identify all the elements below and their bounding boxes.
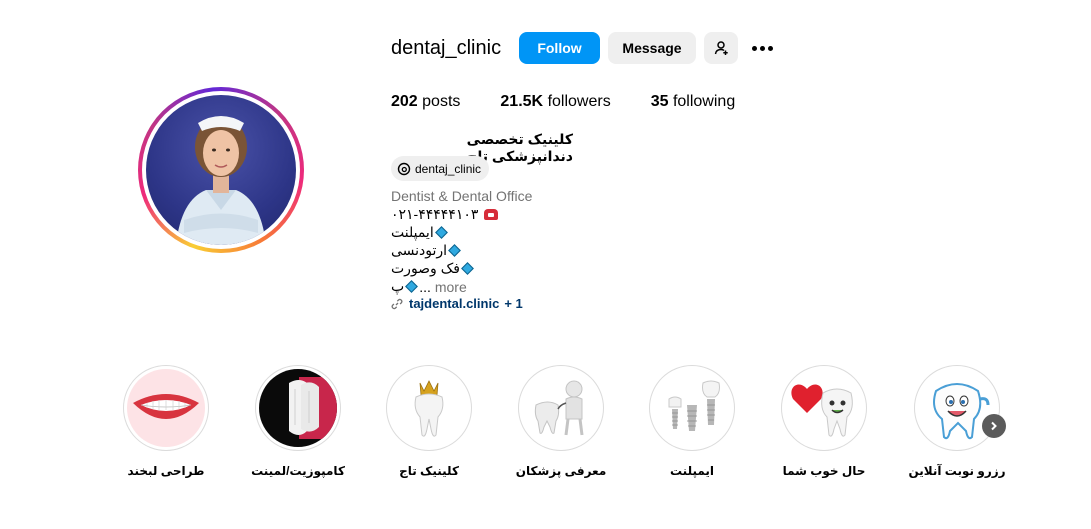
bio-line: ایمپلنت [391,224,449,241]
highlight-cover [914,365,1000,451]
profile-link-text: tajdental.clinic [409,296,500,311]
highlight-label: حال خوب شما [782,464,866,478]
bio-line: فک وصورت [391,260,475,277]
suggest-similar-button[interactable] [704,32,738,64]
highlight-cover [123,365,209,451]
bio-ellipsis: ... [419,278,431,295]
highlight-cover [649,365,735,451]
profile-avatar[interactable] [146,95,296,245]
highlight-cover [386,365,472,451]
bio-phone: ۰۲۱-۴۴۴۴۴۱۰۳ [391,206,479,222]
threads-badge[interactable]: dentaj_clinic [391,156,490,181]
highlight-label: ایمپلنت [669,464,715,478]
followers-label: followers [547,93,611,110]
chevron-right-icon [991,421,997,431]
smile-teeth-icon [127,369,205,447]
highlight-item[interactable]: معرفی پزشکان [506,365,616,478]
implant-icon [653,369,731,447]
bio-line-2: ارتودنسی [391,242,448,258]
followers-stat[interactable]: 21.5K followers [500,93,610,111]
highlight-cover [518,365,604,451]
highlight-label: معرفی پزشکان [515,464,607,478]
bio-line-3: فک وصورت [391,260,460,276]
blue-diamond-icon [434,226,448,239]
avatar-border [142,91,300,249]
bio-line-4: پ [391,278,405,294]
dot [759,45,765,51]
dot [767,45,773,51]
following-label: following [672,93,736,110]
add-user-icon [714,41,728,55]
posts-stat: 202 posts [391,93,460,111]
highlight-item[interactable]: کامپوزیت/لمینت [243,365,353,478]
profile-link-extra: + 1 [504,296,523,311]
options-icon[interactable] [748,37,776,59]
blue-diamond-icon [448,244,461,257]
bio-line: پ ... more [391,278,467,295]
posts-label: posts [422,93,461,110]
avatar-person-graphic [176,116,266,245]
threads-icon [397,162,411,175]
happy-tooth-icon [918,369,996,447]
highlight-label: کلینیک تاج [399,464,459,478]
highlight-cover [255,365,341,451]
highlight-label: طراحی لبخند [127,464,205,478]
profile-avatar-ring[interactable] [138,87,304,253]
bio-more-link[interactable]: more [435,279,467,295]
profile-username: dentaj_clinic [391,37,502,59]
highlight-item[interactable]: ایمپلنت [637,365,747,478]
profile-stats: 202 posts 21.5K followers 35 following [391,93,775,111]
follow-button[interactable]: Follow [519,32,600,64]
posts-count: 202 [391,93,418,110]
message-button[interactable]: Message [608,32,696,64]
telephone-icon [484,209,499,220]
highlight-item[interactable]: طراحی لبخند [111,365,221,478]
blue-diamond-icon [461,262,474,275]
threads-handle: dentaj_clinic [415,161,482,176]
blue-diamond-icon [405,280,419,293]
following-stat[interactable]: 35 following [651,93,736,111]
following-count: 35 [650,93,669,110]
tooth-heart-icon [785,369,863,447]
bio-line: ارتودنسی [391,242,462,259]
profile-link[interactable]: tajdental.clinic + 1 [391,296,523,311]
highlight-cover [781,365,867,451]
followers-count: 21.5K [500,93,544,110]
crowned-tooth-icon [390,369,468,447]
highlight-label: رزرو نوبت آنلاین [908,464,1006,478]
highlight-item[interactable]: کلینیک تاج [374,365,484,478]
profile-category: Dentist & Dental Office [391,188,533,204]
highlight-label: کامپوزیت/لمینت [251,464,345,478]
veneer-teeth-icon [259,369,337,447]
bio-line-1: ایمپلنت [391,224,434,240]
bio-phone-line: ۰۲۱-۴۴۴۴۴۱۰۳ [391,206,499,223]
highlight-item[interactable]: حال خوب شما [769,365,879,478]
highlights-next-button[interactable] [982,414,1006,438]
link-icon [391,298,403,309]
dot [751,45,757,51]
tooth-doctor-icon [522,369,600,447]
